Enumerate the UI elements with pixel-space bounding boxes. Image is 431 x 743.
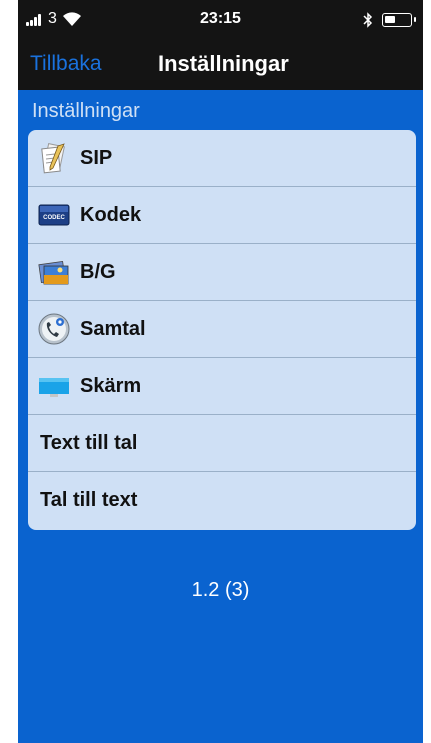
- version-label: 1.2 (3): [191, 579, 250, 601]
- background-image-icon: [38, 260, 69, 285]
- settings-item-tal-till-text[interactable]: Tal till text: [28, 472, 416, 529]
- sip-icon: [41, 143, 65, 174]
- battery-icon: [382, 13, 416, 27]
- section-header: Inställningar: [32, 100, 140, 122]
- settings-item-kodek[interactable]: CODEC Kodek: [28, 187, 416, 244]
- settings-item-label: B/G: [80, 261, 116, 283]
- settings-item-label: Samtal: [80, 318, 146, 340]
- codec-icon-text: CODEC: [43, 215, 65, 221]
- settings-item-skarm[interactable]: Skärm: [28, 358, 416, 415]
- phone-screen: 3 23:15 Tillbaka Inställningar Inställni…: [18, 0, 423, 743]
- settings-item-label: Text till tal: [40, 432, 138, 454]
- settings-item-label: Tal till text: [40, 489, 138, 511]
- call-settings-icon: [38, 313, 70, 345]
- navigation-bar: Tillbaka Inställningar: [18, 40, 423, 90]
- bluetooth-icon: [363, 12, 373, 28]
- status-bar: 3 23:15: [18, 0, 423, 40]
- screen-icon: [39, 378, 69, 397]
- settings-list: SIP CODEC Kodek B/G Samtal Skärm Text ti…: [28, 130, 416, 530]
- page-title: Inställningar: [158, 51, 289, 76]
- settings-item-label: Kodek: [80, 204, 142, 226]
- settings-item-bg[interactable]: B/G: [28, 244, 416, 301]
- back-button[interactable]: Tillbaka: [30, 52, 102, 76]
- settings-item-samtal[interactable]: Samtal: [28, 301, 416, 358]
- settings-item-text-till-tal[interactable]: Text till tal: [28, 415, 416, 472]
- codec-icon: CODEC: [38, 204, 70, 226]
- settings-item-label: Skärm: [80, 375, 142, 397]
- settings-item-sip[interactable]: SIP: [28, 130, 416, 187]
- settings-item-label: SIP: [80, 147, 113, 169]
